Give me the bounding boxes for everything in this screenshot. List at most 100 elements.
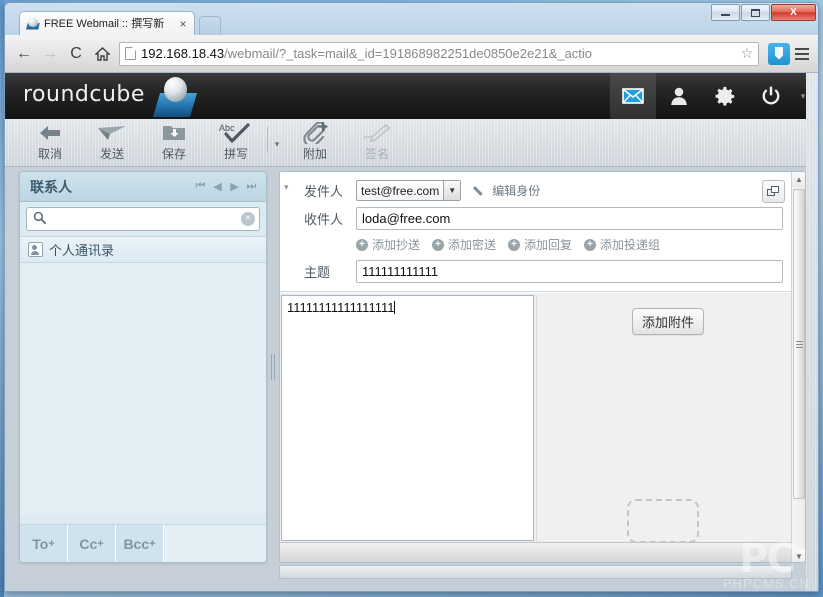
toolbar-send-button[interactable]: 发送 [81, 119, 143, 165]
toolbar-cancel-label: 取消 [37, 147, 62, 161]
contacts-search-box[interactable]: × [26, 207, 260, 231]
headers-collapse-icon[interactable]: ▾ [284, 182, 289, 193]
message-body-text: 11111111111111111 [287, 300, 395, 315]
edit-identity-link[interactable]: 编辑身份 [473, 182, 540, 199]
bcc-label: Bcc [123, 536, 150, 552]
text-cursor [394, 301, 396, 314]
chevron-down-icon[interactable]: ▼ [443, 181, 461, 200]
message-body-editor[interactable]: 11111111111111111 [281, 295, 534, 541]
clear-search-icon[interactable]: × [241, 212, 255, 226]
add-cc-label: 添加抄送 [372, 238, 421, 252]
contacts-source-list: 个人通讯录 [20, 236, 266, 263]
horizontal-splitter[interactable] [279, 565, 792, 579]
contacts-header: 联系人 ⏮ ◀ ▶ ⏭ [20, 172, 266, 202]
to-row: 收件人 [286, 207, 783, 230]
scrollbar-grip-icon [795, 339, 803, 350]
from-label: 发件人 [304, 184, 344, 199]
spellcheck-abc-icon: Abc Abc [218, 122, 254, 144]
contacts-title: 联系人 [30, 178, 72, 195]
cc-plus: + [97, 538, 104, 550]
contacts-source-label: 个人通讯录 [49, 243, 115, 258]
maximize-button[interactable] [741, 4, 770, 21]
browser-tab[interactable]: FREE Webmail :: 撰写新 × [19, 11, 195, 35]
browser-menu-icon[interactable] [790, 42, 814, 66]
plus-icon: + [584, 238, 597, 251]
address-bar-host: 192.168.18.43 [141, 46, 225, 61]
contacts-search-input[interactable] [47, 212, 241, 226]
new-tab-button[interactable] [199, 16, 221, 35]
toolbar-spellcheck-button[interactable]: Abc Abc 拼写 [205, 119, 267, 165]
contacts-search-wrapper: × [20, 202, 266, 236]
toolbar-cancel-button[interactable]: 取消 [19, 119, 81, 165]
to-label: 收件人 [304, 212, 344, 227]
compose-bottom-bar [280, 542, 793, 562]
scroll-down-icon[interactable]: ▼ [792, 549, 805, 562]
close-window-button[interactable]: X [771, 4, 816, 21]
to-plus: + [48, 538, 55, 550]
signature-pen-icon [362, 122, 392, 144]
add-cc-link[interactable]: + 添加抄送 [356, 236, 420, 253]
add-bcc-link[interactable]: + 添加密送 [432, 236, 496, 253]
subject-input[interactable] [356, 260, 783, 283]
compose-toolbar: 取消 发送 保存 Abc Abc 拼写 ▾ 附加 签名 [5, 119, 818, 167]
close-icon[interactable]: × [176, 18, 190, 30]
spellcheck-caret-icon[interactable]: ▾ [270, 119, 284, 165]
vertical-splitter[interactable] [268, 171, 278, 563]
contacts-result-list[interactable] [20, 263, 266, 515]
scrollbar-thumb[interactable] [793, 189, 805, 499]
compose-scrollbar[interactable]: ▲ ▼ [791, 172, 805, 562]
bookmark-star-icon[interactable]: ☆ [738, 45, 756, 62]
toolbar-signature-label: 签名 [364, 147, 389, 161]
address-bar[interactable]: 192.168.18.43/webmail/?_task=mail&_id=19… [119, 41, 759, 66]
to-label: To [32, 536, 49, 552]
toolbar-attach-button[interactable]: 附加 [284, 119, 346, 165]
home-button[interactable] [89, 41, 115, 67]
add-replyto-link[interactable]: + 添加回复 [508, 236, 572, 253]
add-cc-recipient-button[interactable]: Cc + [68, 525, 116, 562]
svg-text:Abc: Abc [219, 123, 235, 133]
search-icon [31, 211, 47, 227]
forward-button[interactable]: → [37, 41, 63, 67]
task-settings-button[interactable] [702, 73, 748, 119]
task-logout-button[interactable] [748, 73, 794, 119]
back-arrow-icon [37, 122, 63, 144]
task-mail-button[interactable] [610, 73, 656, 119]
attachment-dropzone[interactable] [627, 499, 699, 543]
extension-icon[interactable] [768, 42, 790, 65]
page-document-icon [125, 47, 136, 60]
add-followupto-link[interactable]: + 添加投递组 [584, 236, 660, 253]
contacts-prev-page-icon[interactable]: ◀ [209, 180, 226, 193]
contacts-last-page-icon[interactable]: ⏭ [243, 180, 260, 193]
plus-icon: + [508, 238, 521, 251]
from-select[interactable]: test@free.com ▼ [356, 180, 462, 201]
add-bcc-recipient-button[interactable]: Bcc + [116, 525, 164, 562]
page-scrollbar-track[interactable] [806, 73, 818, 591]
roundcube-favicon-icon [26, 17, 40, 31]
pencil-icon [473, 184, 487, 198]
save-folder-icon [162, 122, 186, 144]
edit-identity-label: 编辑身份 [492, 184, 541, 198]
contacts-recipient-buttons: To + Cc + Bcc + [20, 524, 266, 562]
add-to-recipient-button[interactable]: To + [20, 525, 68, 562]
task-contacts-button[interactable] [656, 73, 702, 119]
contacts-next-page-icon[interactable]: ▶ [226, 180, 243, 193]
browser-tabstrip: FREE Webmail :: 撰写新 × X [5, 3, 818, 35]
toolbar-attach-label: 附加 [302, 147, 327, 161]
add-attachment-button[interactable]: 添加附件 [632, 308, 705, 335]
minimize-button[interactable] [711, 4, 740, 21]
addressbook-icon [28, 242, 43, 257]
contacts-first-page-icon[interactable]: ⏮ [192, 180, 209, 193]
browser-tab-title: FREE Webmail :: 撰写新 [44, 17, 165, 30]
subject-label: 主题 [304, 265, 331, 280]
scroll-up-icon[interactable]: ▲ [792, 172, 805, 187]
to-input[interactable] [356, 207, 783, 230]
toolbar-signature-button[interactable]: 签名 [346, 119, 408, 165]
reload-button[interactable]: C [63, 41, 89, 67]
toolbar-save-button[interactable]: 保存 [143, 119, 205, 165]
popup-window-button[interactable] [762, 180, 785, 203]
compose-main-area: 联系人 ⏮ ◀ ▶ ⏭ × 个人通讯录 To + Cc + Bcc + ▾ 发件… [5, 167, 818, 591]
roundcube-logo: roundcube [23, 82, 145, 107]
back-button[interactable]: ← [11, 41, 37, 67]
contacts-source-personal[interactable]: 个人通讯录 [20, 237, 266, 263]
address-bar-path: /webmail/?_task=mail&_id=191868982251de0… [224, 46, 593, 61]
